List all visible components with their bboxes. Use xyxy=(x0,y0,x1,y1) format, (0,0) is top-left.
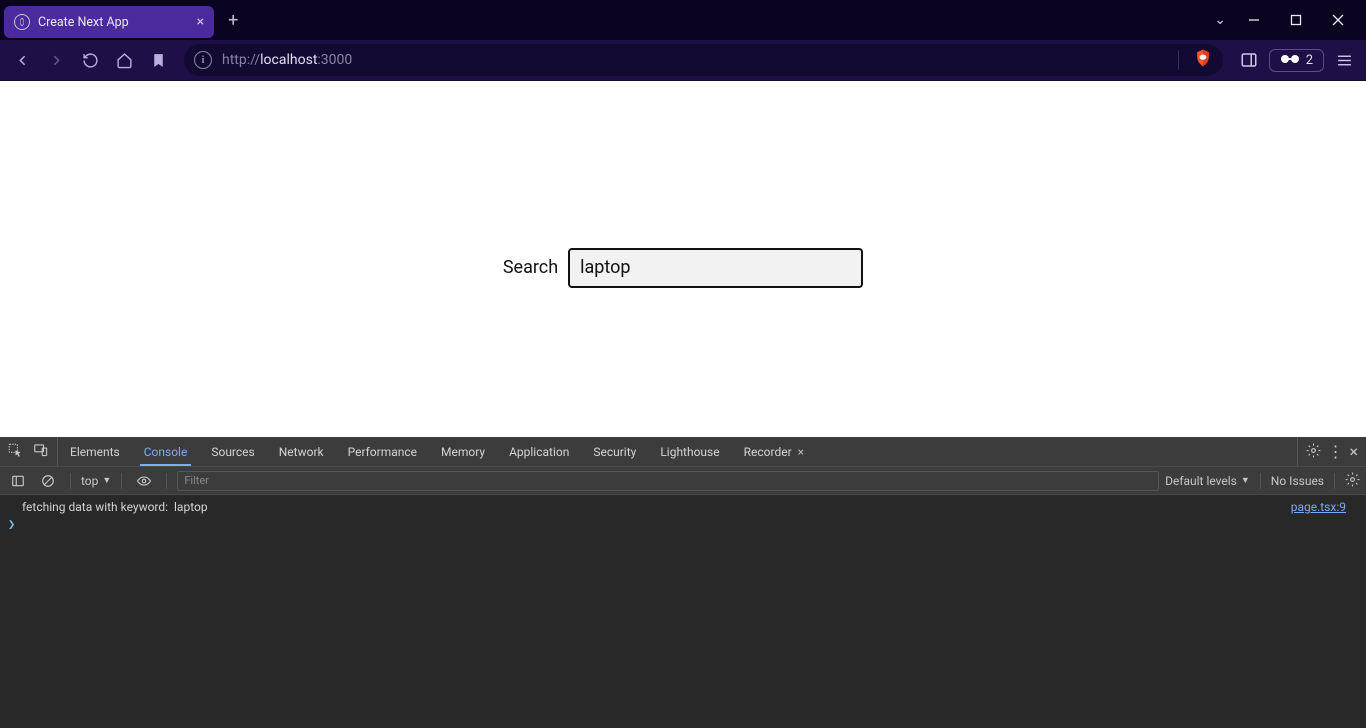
bookmark-icon[interactable] xyxy=(144,46,172,74)
tor-badge[interactable]: 2 xyxy=(1269,49,1324,72)
globe-icon xyxy=(14,14,30,30)
url-text: http://localhost:3000 xyxy=(222,52,352,68)
home-button[interactable] xyxy=(110,46,138,74)
context-selector[interactable]: top ▼ xyxy=(81,474,111,488)
settings-icon[interactable] xyxy=(1306,443,1321,461)
search-label: Search xyxy=(503,257,558,278)
menu-button[interactable] xyxy=(1330,52,1358,69)
chevron-down-icon[interactable]: ⌄ xyxy=(1214,12,1226,28)
page-content: Search xyxy=(0,81,1366,437)
toggle-sidebar-icon[interactable] xyxy=(6,469,30,493)
log-levels-selector[interactable]: Default levels ▼ xyxy=(1165,474,1250,488)
search-input[interactable] xyxy=(568,248,863,288)
tab-network[interactable]: Network xyxy=(267,437,336,466)
site-info-icon[interactable]: i xyxy=(194,51,212,69)
log-source-link[interactable]: page.tsx:9 xyxy=(1291,500,1358,514)
devtools-close-icon[interactable]: × xyxy=(1349,442,1358,461)
devtools-panel: Elements Console Sources Network Perform… xyxy=(0,437,1366,728)
tab-sources[interactable]: Sources xyxy=(199,437,266,466)
browser-navbar: i http://localhost:3000 2 xyxy=(0,40,1366,81)
close-window-button[interactable] xyxy=(1324,6,1352,34)
tab-application[interactable]: Application xyxy=(497,437,581,466)
devtools-tabbar: Elements Console Sources Network Perform… xyxy=(0,437,1366,467)
window-titlebar: Create Next App × + ⌄ xyxy=(0,0,1366,40)
minimize-button[interactable] xyxy=(1240,6,1268,34)
brave-shield-icon[interactable] xyxy=(1193,48,1213,72)
more-icon[interactable]: ⋮ xyxy=(1327,442,1343,461)
log-message: fetching data with keyword: laptop xyxy=(22,500,208,514)
browser-tab[interactable]: Create Next App × xyxy=(4,6,214,38)
sidebar-toggle-icon[interactable] xyxy=(1235,46,1263,74)
tab-console[interactable]: Console xyxy=(132,437,200,466)
tab-security[interactable]: Security xyxy=(581,437,648,466)
maximize-button[interactable] xyxy=(1282,6,1310,34)
issues-button[interactable]: No Issues xyxy=(1271,474,1324,488)
glasses-icon xyxy=(1280,53,1300,68)
tor-count: 2 xyxy=(1306,53,1313,68)
filter-input[interactable] xyxy=(177,471,1159,491)
forward-button[interactable] xyxy=(42,46,70,74)
tab-recorder[interactable]: Recorder× xyxy=(732,437,816,466)
tab-lighthouse[interactable]: Lighthouse xyxy=(648,437,731,466)
close-icon[interactable]: × xyxy=(798,445,804,459)
tab-elements[interactable]: Elements xyxy=(58,437,132,466)
close-tab-icon[interactable]: × xyxy=(197,14,204,30)
reload-button[interactable] xyxy=(76,46,104,74)
tab-performance[interactable]: Performance xyxy=(336,437,429,466)
console-log-row: fetching data with keyword: laptop page.… xyxy=(0,499,1366,515)
clear-console-icon[interactable] xyxy=(36,469,60,493)
console-settings-icon[interactable] xyxy=(1345,472,1360,490)
tab-title: Create Next App xyxy=(38,15,129,30)
back-button[interactable] xyxy=(8,46,36,74)
tab-memory[interactable]: Memory xyxy=(429,437,497,466)
inspect-element-icon[interactable] xyxy=(8,443,23,461)
console-output[interactable]: fetching data with keyword: laptop page.… xyxy=(0,495,1366,728)
console-prompt[interactable]: ❯ xyxy=(0,515,1366,533)
console-toolbar: top ▼ Default levels ▼ No Issues xyxy=(0,467,1366,495)
address-bar[interactable]: i http://localhost:3000 xyxy=(184,44,1223,76)
live-expression-icon[interactable] xyxy=(132,469,156,493)
new-tab-button[interactable]: + xyxy=(228,10,238,31)
divider xyxy=(1178,50,1179,70)
device-toggle-icon[interactable] xyxy=(33,443,49,461)
